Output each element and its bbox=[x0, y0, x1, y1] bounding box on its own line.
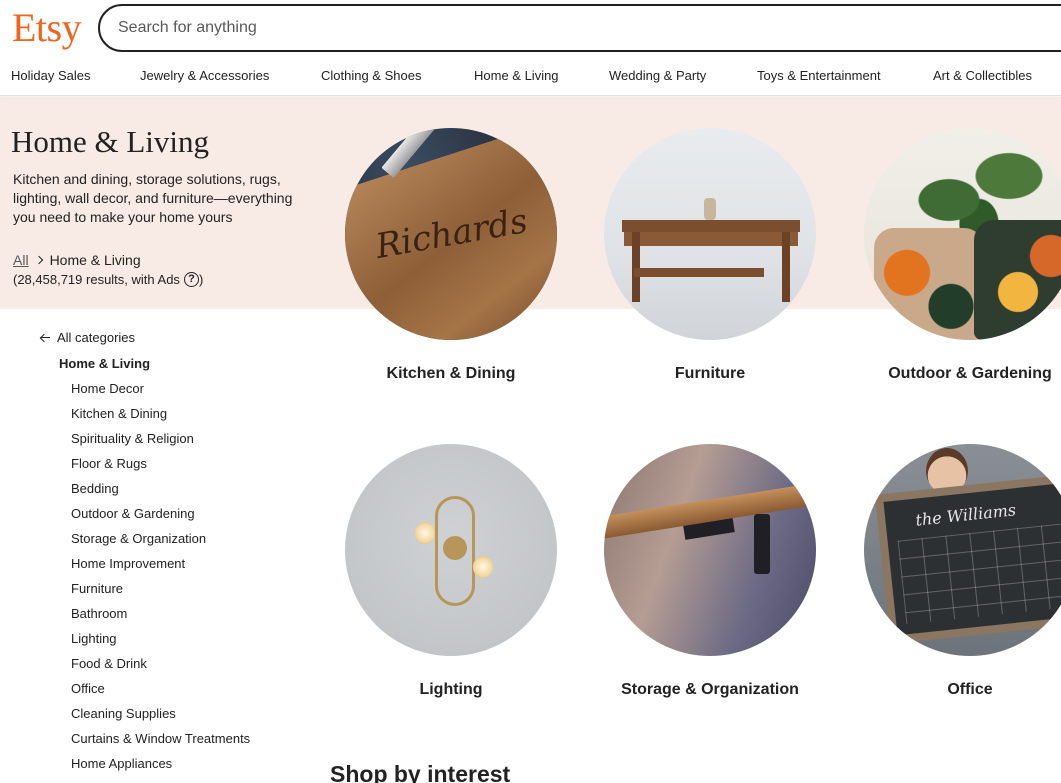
sidebar-item-bathroom[interactable]: Bathroom bbox=[71, 606, 250, 631]
all-categories-link[interactable]: All categories bbox=[40, 330, 135, 345]
bracket-image bbox=[754, 514, 770, 574]
sidebar-item-cleaning-supplies[interactable]: Cleaning Supplies bbox=[71, 706, 250, 731]
bulb-image bbox=[473, 556, 493, 578]
sidebar-item-storage-organization[interactable]: Storage & Organization bbox=[71, 531, 250, 556]
breadcrumb-all-link[interactable]: All bbox=[13, 252, 29, 268]
category-card-furniture[interactable]: Furniture bbox=[580, 128, 840, 383]
breadcrumb-current: Home & Living bbox=[49, 252, 141, 268]
category-label: Outdoor & Gardening bbox=[888, 365, 1052, 382]
sidebar-item-spirituality-religion[interactable]: Spirituality & Religion bbox=[71, 431, 250, 456]
etsy-logo[interactable]: Etsy bbox=[12, 4, 82, 52]
breadcrumb: All Home & Living bbox=[13, 252, 141, 268]
bench-image bbox=[634, 268, 764, 277]
category-image bbox=[345, 444, 557, 656]
nav-item-jewelry-accessories[interactable]: Jewelry & Accessories bbox=[140, 68, 269, 83]
category-image: the Williams bbox=[864, 444, 1061, 656]
table-legs bbox=[632, 232, 790, 302]
sidebar-item-home-decor[interactable]: Home Decor bbox=[71, 381, 250, 406]
subcategory-list: Home Decor Kitchen & Dining Spirituality… bbox=[71, 381, 250, 781]
planter-image bbox=[874, 228, 984, 340]
results-count: (28,458,719 results, with Ads ? ) bbox=[13, 272, 203, 287]
category-nav: Holiday Sales Jewelry & Accessories Clot… bbox=[0, 58, 1061, 96]
category-label: Kitchen & Dining bbox=[386, 365, 516, 382]
sidebar-item-home-improvement[interactable]: Home Improvement bbox=[71, 556, 250, 581]
planter-image bbox=[974, 220, 1061, 340]
section-title-shop-by-interest: Shop by interest bbox=[330, 761, 511, 783]
page-title: Home & Living bbox=[11, 124, 210, 159]
chevron-right-icon bbox=[34, 255, 43, 265]
nav-item-toys-entertainment[interactable]: Toys & Entertainment bbox=[757, 68, 881, 83]
category-card-office[interactable]: the Williams Office bbox=[840, 444, 1061, 699]
search-input[interactable] bbox=[118, 6, 1018, 50]
sidebar-item-floor-rugs[interactable]: Floor & Rugs bbox=[71, 456, 250, 481]
all-categories-label: All categories bbox=[57, 330, 136, 345]
sidebar-item-curtains-window-treatments[interactable]: Curtains & Window Treatments bbox=[71, 731, 250, 756]
nav-item-holiday-sales[interactable]: Holiday Sales bbox=[11, 68, 91, 83]
sconce-mount bbox=[443, 536, 467, 560]
category-image bbox=[604, 444, 816, 656]
sidebar-current-category[interactable]: Home & Living bbox=[59, 356, 150, 371]
chalkboard-surface: the Williams bbox=[883, 482, 1061, 636]
category-label: Lighting bbox=[419, 681, 483, 698]
page-description: Kitchen and dining, storage solutions, r… bbox=[13, 171, 293, 225]
category-label: Office bbox=[947, 681, 993, 698]
category-card-storage-organization[interactable]: Storage & Organization bbox=[580, 444, 840, 699]
sidebar-item-outdoor-gardening[interactable]: Outdoor & Gardening bbox=[71, 506, 250, 531]
results-close-paren: ) bbox=[198, 272, 204, 287]
chalkboard-calendar-image: the Williams bbox=[874, 473, 1061, 645]
nav-item-wedding-party[interactable]: Wedding & Party bbox=[609, 68, 706, 83]
results-text: (28,458,719 results, with Ads bbox=[13, 272, 180, 287]
category-label: Storage & Organization bbox=[621, 681, 799, 698]
nav-item-home-living[interactable]: Home & Living bbox=[474, 68, 559, 83]
sidebar-item-food-drink[interactable]: Food & Drink bbox=[71, 656, 250, 681]
sidebar-item-furniture[interactable]: Furniture bbox=[71, 581, 250, 606]
category-card-outdoor-gardening[interactable]: Outdoor & Gardening bbox=[840, 128, 1061, 383]
category-card-kitchen-dining[interactable]: Richards Kitchen & Dining bbox=[321, 128, 581, 383]
category-image bbox=[604, 128, 816, 340]
search-bar[interactable] bbox=[98, 4, 1061, 52]
arrow-left-icon bbox=[40, 333, 50, 343]
category-label: Furniture bbox=[674, 365, 746, 382]
sidebar-item-office[interactable]: Office bbox=[71, 681, 250, 706]
sidebar-item-lighting[interactable]: Lighting bbox=[71, 631, 250, 656]
bulb-image bbox=[415, 522, 435, 544]
nav-item-clothing-shoes[interactable]: Clothing & Shoes bbox=[321, 68, 421, 83]
category-image: Richards bbox=[345, 128, 557, 340]
sidebar-item-kitchen-dining[interactable]: Kitchen & Dining bbox=[71, 406, 250, 431]
chalkboard-grid bbox=[897, 523, 1061, 625]
chalkboard-title: the Williams bbox=[914, 500, 1017, 530]
category-card-lighting[interactable]: Lighting bbox=[321, 444, 581, 699]
nav-item-art-collectibles[interactable]: Art & Collectibles bbox=[933, 68, 1032, 83]
sidebar-item-home-appliances[interactable]: Home Appliances bbox=[71, 756, 250, 781]
help-icon[interactable]: ? bbox=[183, 272, 199, 287]
vase-image bbox=[704, 198, 716, 220]
table-image bbox=[622, 220, 800, 232]
category-image bbox=[864, 128, 1061, 340]
header: Etsy bbox=[0, 0, 1061, 56]
sidebar-item-bedding[interactable]: Bedding bbox=[71, 481, 250, 506]
